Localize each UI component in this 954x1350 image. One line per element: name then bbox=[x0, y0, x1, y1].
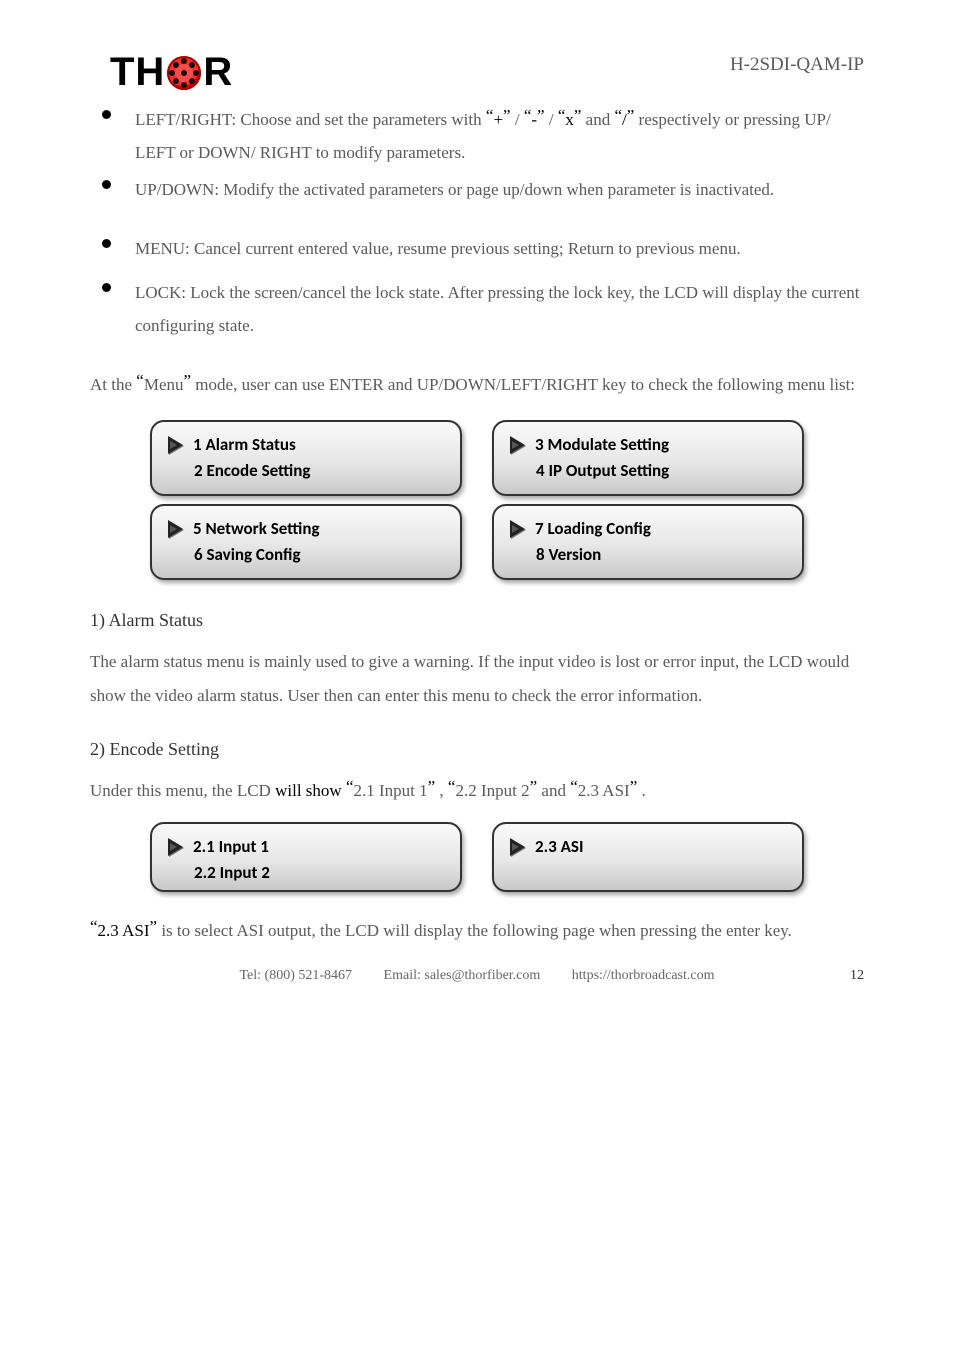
bullet-up-down: UP/DOWN: Modify the activated parameters… bbox=[102, 173, 864, 206]
menu-item-label: 8 Version bbox=[536, 542, 601, 568]
menu-item-loading-config[interactable]: 7 Loading Config bbox=[510, 516, 786, 542]
bullet-lock: LOCK: Lock the screen/cancel the lock st… bbox=[102, 276, 864, 342]
menu-item-label: 3 Modulate Setting bbox=[535, 432, 669, 458]
menu-box-2: 3 Modulate Setting 4 IP Output Setting bbox=[492, 420, 804, 496]
menu-item-input-1[interactable]: 2.1 Input 1 bbox=[168, 834, 444, 860]
bullet-left-right: LEFT/RIGHT: Choose and set the parameter… bbox=[102, 103, 864, 169]
menu-item-label: 2 Encode Setting bbox=[194, 458, 310, 484]
main-menu-row-1: 1 Alarm Status 2 Encode Setting 3 Modula… bbox=[150, 420, 804, 496]
bullet-text: LOCK: Lock the screen/cancel the lock st… bbox=[135, 276, 864, 342]
product-line: H-2SDI-QAM-IP bbox=[730, 54, 864, 76]
menu-item-label: 1 Alarm Status bbox=[193, 432, 296, 458]
play-icon bbox=[510, 520, 525, 538]
encode-menu-row: 2.1 Input 1 2.2 Input 2 2.3 ASI bbox=[150, 822, 804, 892]
bullet-dot-icon bbox=[102, 180, 111, 189]
bullet-text: UP/DOWN: Modify the activated parameters… bbox=[135, 173, 774, 206]
menu-box-1: 1 Alarm Status 2 Encode Setting bbox=[150, 420, 462, 496]
play-icon bbox=[168, 520, 183, 538]
gear-icon bbox=[167, 56, 201, 90]
menu-item-version[interactable]: 8 Version bbox=[510, 542, 786, 568]
main-menu-row-2: 5 Network Setting 6 Saving Config 7 Load… bbox=[150, 504, 804, 580]
alarm-description: The alarm status menu is mainly used to … bbox=[90, 645, 864, 713]
bullet-dot-icon bbox=[102, 283, 111, 292]
menu-box-3: 5 Network Setting 6 Saving Config bbox=[150, 504, 462, 580]
bullet-text: MENU: Cancel current entered value, resu… bbox=[135, 232, 741, 265]
menu-item-label: 2.3 ASI bbox=[535, 834, 584, 860]
menu-item-label: 4 IP Output Setting bbox=[536, 458, 669, 484]
bullet-dot-icon bbox=[102, 110, 111, 119]
menu-intro-paragraph: At the “Menu” mode, user can use ENTER a… bbox=[90, 368, 864, 402]
bullet-menu: MENU: Cancel current entered value, resu… bbox=[102, 232, 864, 265]
menu-box-4: 7 Loading Config 8 Version bbox=[492, 504, 804, 580]
logo-text-left: TH bbox=[110, 50, 165, 95]
menu-item-modulate-setting[interactable]: 3 Modulate Setting bbox=[510, 432, 786, 458]
menu-item-label: 6 Saving Config bbox=[194, 542, 301, 568]
footer-email: Email: sales@thorfiber.com bbox=[384, 968, 541, 983]
menu-item-alarm-status[interactable]: 1 Alarm Status bbox=[168, 432, 444, 458]
menu-item-label: 2.1 Input 1 bbox=[193, 834, 269, 860]
menu-item-input-2[interactable]: 2.2 Input 2 bbox=[168, 860, 444, 886]
play-icon bbox=[510, 838, 525, 856]
page-footer: Tel: (800) 521-8467 Email: sales@thorfib… bbox=[0, 968, 954, 984]
footer-url: https://thorbroadcast.com bbox=[572, 968, 715, 983]
section-heading-alarm: 1) Alarm Status bbox=[90, 610, 864, 631]
section-heading-encode: 2) Encode Setting bbox=[90, 739, 864, 760]
page-number: 12 bbox=[850, 968, 864, 984]
menu-item-saving-config[interactable]: 6 Saving Config bbox=[168, 542, 444, 568]
menu-item-label: 2.2 Input 2 bbox=[194, 860, 270, 886]
menu-item-encode-setting[interactable]: 2 Encode Setting bbox=[168, 458, 444, 484]
bullet-text: LEFT/RIGHT: Choose and set the parameter… bbox=[135, 103, 864, 169]
bullet-dot-icon bbox=[102, 239, 111, 248]
menu-item-label: 7 Loading Config bbox=[535, 516, 651, 542]
play-icon bbox=[510, 436, 525, 454]
play-icon bbox=[168, 838, 183, 856]
menu-item-network-setting[interactable]: 5 Network Setting bbox=[168, 516, 444, 542]
asi-note: “2.3 ASI” is to select ASI output, the L… bbox=[90, 914, 864, 948]
encode-menu-box-1: 2.1 Input 1 2.2 Input 2 bbox=[150, 822, 462, 892]
menu-item-ip-output-setting[interactable]: 4 IP Output Setting bbox=[510, 458, 786, 484]
encode-menu-box-2: 2.3 ASI bbox=[492, 822, 804, 892]
instruction-bullets: LEFT/RIGHT: Choose and set the parameter… bbox=[102, 103, 864, 342]
encode-description: Under this menu, the LCD will show “2.1 … bbox=[90, 774, 864, 808]
menu-item-asi[interactable]: 2.3 ASI bbox=[510, 834, 786, 860]
play-icon bbox=[168, 436, 183, 454]
logo-text-right: R bbox=[203, 50, 233, 95]
footer-tel: Tel: (800) 521-8467 bbox=[239, 968, 352, 983]
menu-item-label: 5 Network Setting bbox=[193, 516, 320, 542]
